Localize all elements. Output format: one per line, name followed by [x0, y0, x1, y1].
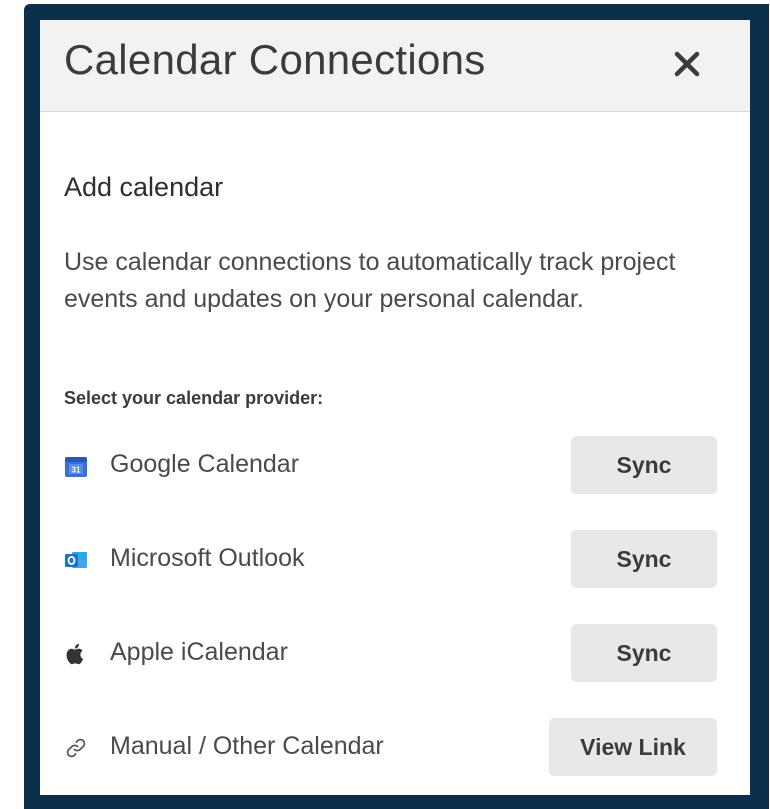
google-calendar-icon: 31 [64, 454, 88, 478]
provider-name-google: Google Calendar [110, 450, 300, 478]
provider-name-apple: Apple iCalendar [110, 638, 288, 666]
outlook-icon [64, 548, 88, 572]
view-link-button[interactable]: View Link [549, 718, 717, 776]
apple-icon [64, 642, 88, 666]
provider-name-outlook: Microsoft Outlook [110, 544, 305, 572]
provider-row-google: 31 Google Calendar Sync [40, 436, 750, 496]
description-text: Use calendar connections to automaticall… [64, 248, 676, 313]
close-icon [674, 51, 700, 77]
svg-text:31: 31 [72, 466, 81, 475]
link-icon [64, 736, 88, 760]
modal-header: Calendar Connections [40, 20, 750, 112]
section-heading: Add calendar [64, 172, 224, 202]
modal-title: Calendar Connections [64, 36, 486, 83]
sync-google-button[interactable]: Sync [571, 436, 717, 494]
select-provider-label: Select your calendar provider: [64, 388, 324, 408]
calendar-connections-modal: Calendar Connections Add calendar Use ca… [40, 20, 750, 795]
sync-outlook-button[interactable]: Sync [571, 530, 717, 588]
close-button[interactable] [665, 42, 709, 86]
provider-row-outlook: Microsoft Outlook Sync [40, 530, 750, 590]
provider-row-apple: Apple iCalendar Sync [40, 624, 750, 684]
provider-row-manual: Manual / Other Calendar View Link [40, 718, 750, 778]
provider-name-manual: Manual / Other Calendar [110, 732, 384, 760]
sync-apple-button[interactable]: Sync [571, 624, 717, 682]
